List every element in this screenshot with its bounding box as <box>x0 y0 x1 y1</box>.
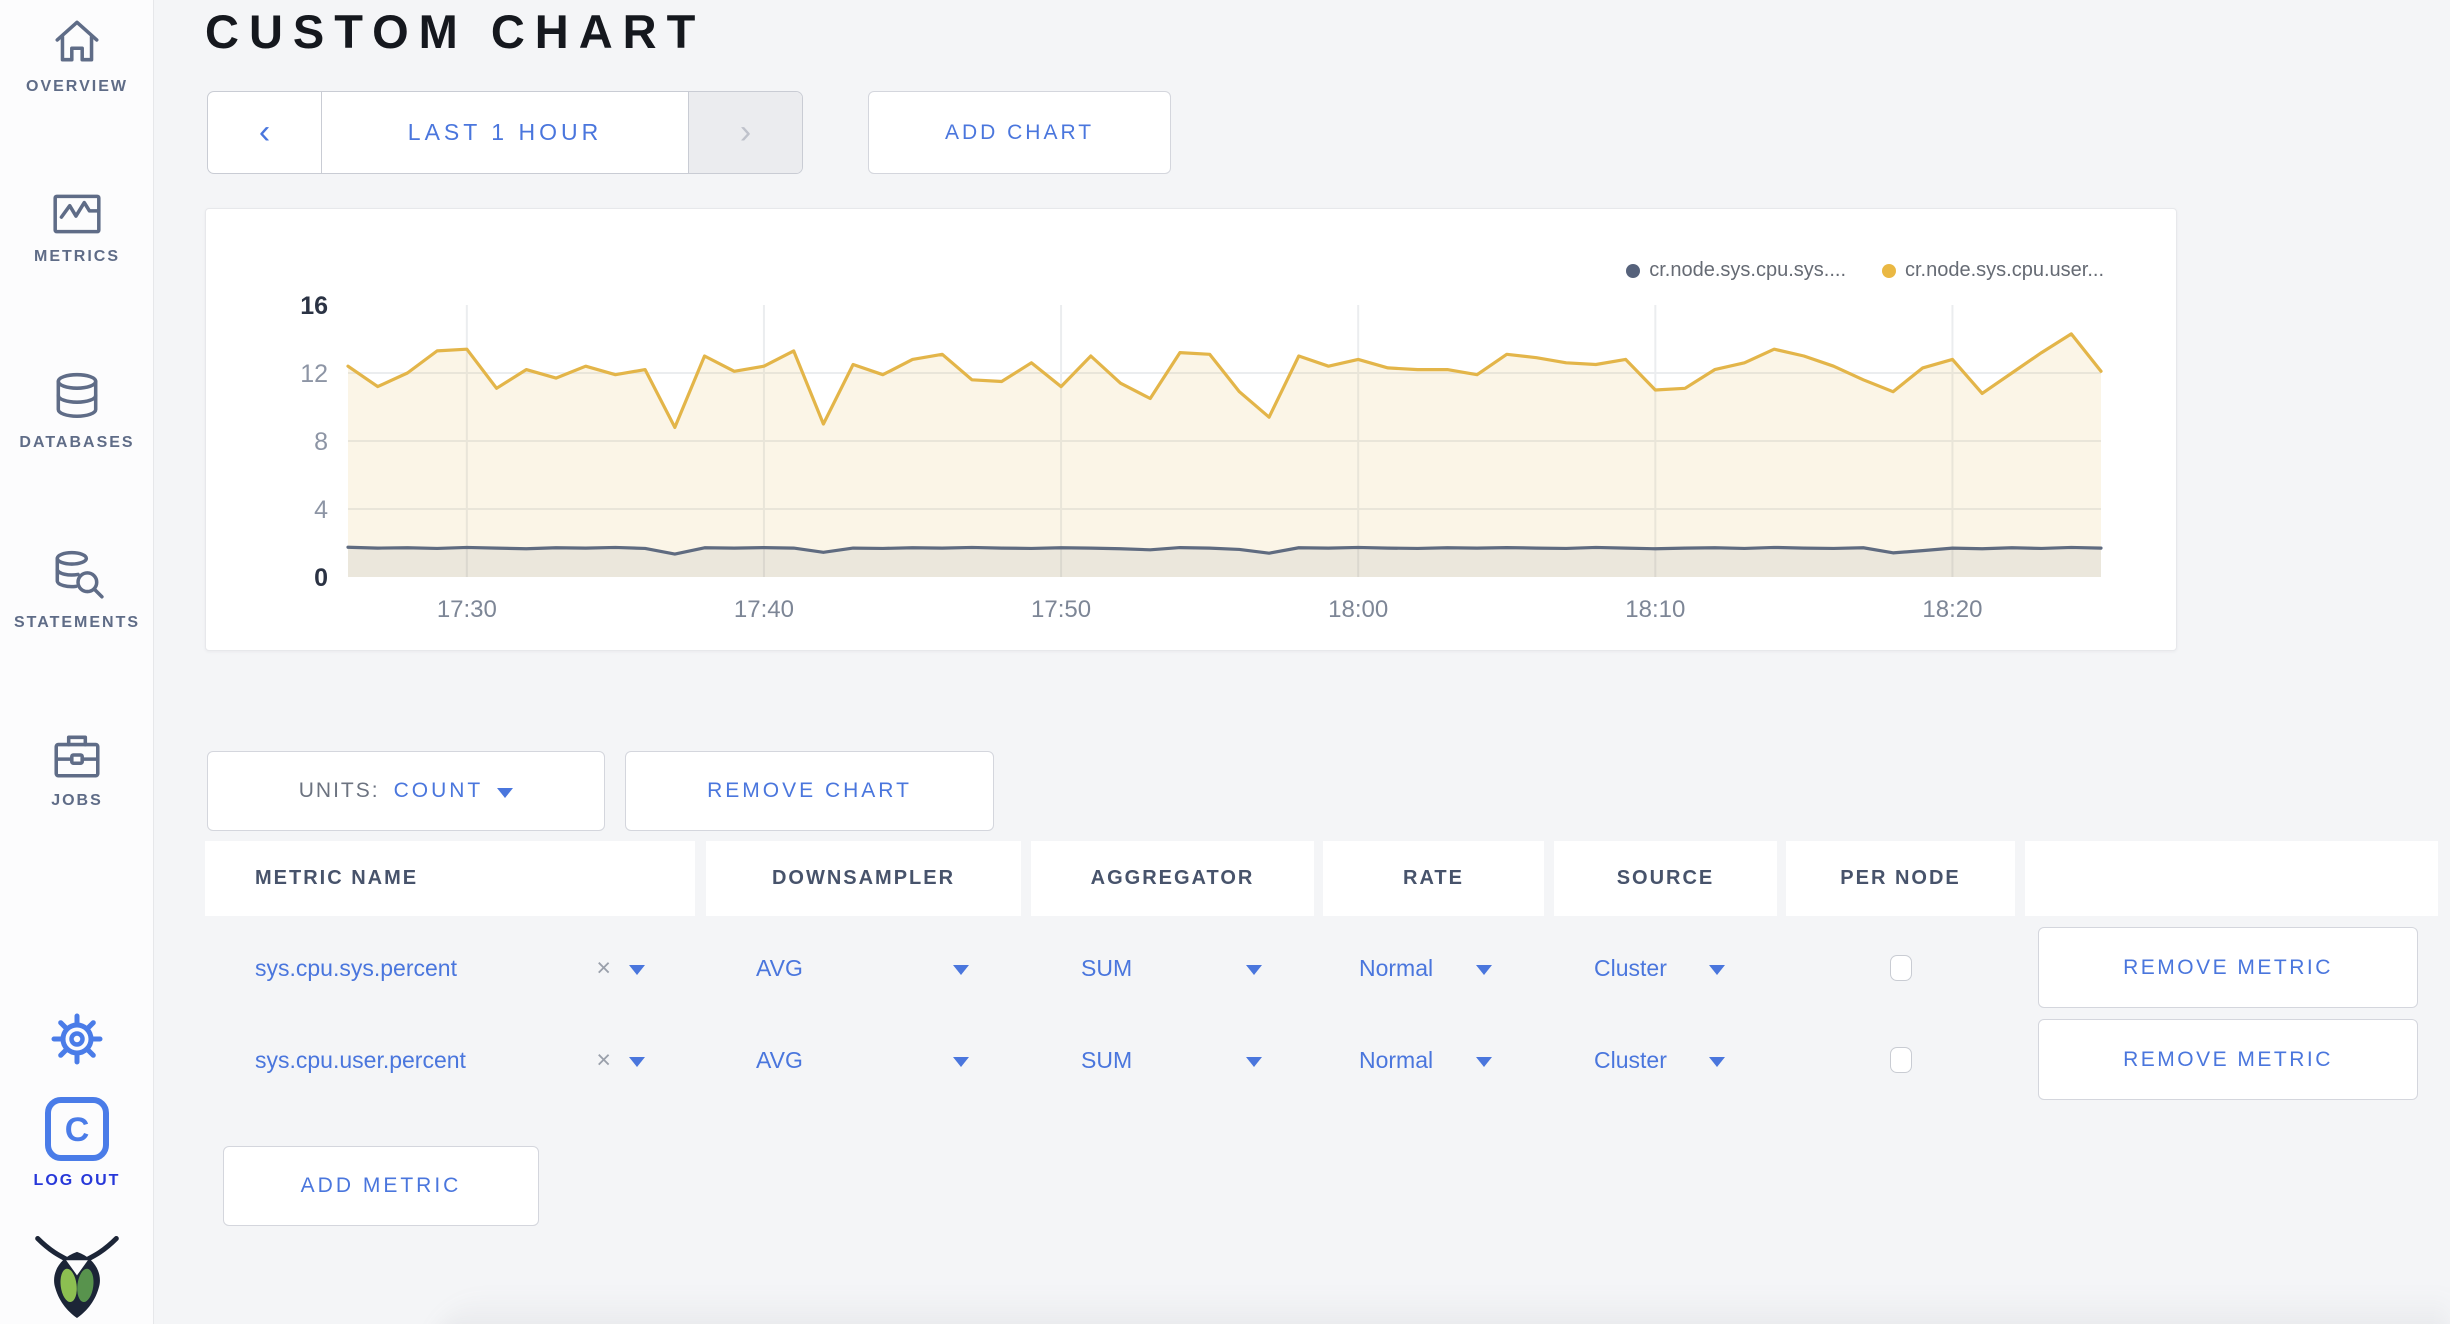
chevron-down-icon <box>1476 1057 1492 1067</box>
below-fold-shadow <box>430 1292 2450 1324</box>
downsampler-dropdown[interactable]: AVG <box>706 927 1021 1009</box>
add-chart-button[interactable]: ADD CHART <box>868 91 1171 174</box>
clear-metric-icon[interactable]: × <box>596 954 611 983</box>
svg-text:18:20: 18:20 <box>1922 596 1982 623</box>
metrics-chart-icon <box>53 194 101 234</box>
svg-text:0: 0 <box>314 564 328 592</box>
chevron-down-icon <box>1709 1057 1725 1067</box>
chart-legend: cr.node.sys.cpu.sys.... cr.node.sys.cpu.… <box>1626 259 2104 282</box>
per-node-checkbox[interactable] <box>1889 955 1912 981</box>
svg-text:17:40: 17:40 <box>734 596 794 623</box>
svg-text:18:10: 18:10 <box>1625 596 1685 623</box>
cockroach-bug-icon <box>35 1236 119 1318</box>
rate-dropdown[interactable]: Normal <box>1323 1019 1544 1101</box>
legend-item[interactable]: cr.node.sys.cpu.sys.... <box>1626 259 1846 282</box>
chevron-down-icon <box>1246 965 1262 975</box>
legend-dot <box>1626 263 1641 278</box>
chart-card: 0 4 8 12 16 17:30 17:40 17:50 18:00 18:10 18:20 cr… <box>205 208 2177 651</box>
sidebar-item-databases[interactable]: DATABASES <box>0 370 154 452</box>
aggregator-dropdown[interactable]: SUM <box>1031 927 1314 1009</box>
col-header-rate: RATE <box>1323 841 1544 916</box>
sidebar: OVERVIEW METRICS DATABASES STATEMENTS JO… <box>0 0 154 1324</box>
sidebar-item-label: OVERVIEW <box>26 78 128 95</box>
metric-name-dropdown[interactable]: sys.cpu.user.percent × <box>205 1019 695 1101</box>
time-range-selector: ‹ LAST 1 HOUR › <box>207 91 803 174</box>
sidebar-item-logout[interactable]: C LOG OUT <box>0 1096 154 1190</box>
chevron-down-icon <box>1709 965 1725 975</box>
remove-chart-button[interactable]: REMOVE CHART <box>625 751 994 831</box>
rate-dropdown[interactable]: Normal <box>1323 927 1544 1009</box>
source-dropdown[interactable]: Cluster <box>1554 927 1777 1009</box>
legend-dot <box>1882 263 1896 278</box>
per-node-cell <box>1786 927 2015 1009</box>
svg-text:8: 8 <box>314 428 328 456</box>
col-header-actions <box>2025 841 2438 916</box>
col-header-aggregator: AGGREGATOR <box>1031 841 1314 916</box>
col-header-per-node: PER NODE <box>1786 841 2015 916</box>
sidebar-item-metrics[interactable]: METRICS <box>0 190 154 266</box>
logout-label: LOG OUT <box>33 1172 121 1189</box>
time-range-prev-button[interactable]: ‹ <box>208 92 321 173</box>
sidebar-item-statements[interactable]: STATEMENTS <box>0 548 154 632</box>
cockroach-logo[interactable] <box>0 1234 154 1320</box>
time-range-value[interactable]: LAST 1 HOUR <box>321 92 688 173</box>
sidebar-item-label: STATEMENTS <box>13 614 141 631</box>
chevron-down-icon <box>629 965 645 975</box>
database-icon <box>56 372 98 418</box>
gear-icon <box>51 1013 103 1065</box>
sidebar-item-overview[interactable]: OVERVIEW <box>0 14 154 96</box>
units-value: COUNT <box>393 779 484 802</box>
legend-item[interactable]: cr.node.sys.cpu.user... <box>1882 259 2104 282</box>
sidebar-item-label: JOBS <box>51 792 103 809</box>
units-label: UNITS: <box>298 779 380 802</box>
per-node-checkbox[interactable] <box>1889 1047 1912 1073</box>
chevron-down-icon <box>953 1057 969 1067</box>
chevron-down-icon <box>497 788 514 798</box>
sidebar-item-settings[interactable] <box>0 1010 154 1068</box>
svg-text:16: 16 <box>300 292 328 320</box>
custom-chart-page: OVERVIEW METRICS DATABASES STATEMENTS JO… <box>0 0 2450 1324</box>
statements-search-icon <box>55 550 104 599</box>
cockroach-c-icon: C <box>45 1097 109 1161</box>
svg-text:18:00: 18:00 <box>1328 596 1388 623</box>
aggregator-dropdown[interactable]: SUM <box>1031 1019 1314 1101</box>
sidebar-item-jobs[interactable]: JOBS <box>0 730 154 810</box>
downsampler-dropdown[interactable]: AVG <box>706 1019 1021 1101</box>
svg-text:12: 12 <box>300 360 328 388</box>
chevron-down-icon <box>953 965 969 975</box>
briefcase-icon <box>54 735 100 778</box>
svg-text:4: 4 <box>314 496 328 524</box>
add-metric-button[interactable]: ADD METRIC <box>223 1146 539 1226</box>
time-range-next-button[interactable]: › <box>688 92 802 173</box>
chevron-right-icon: › <box>739 113 752 151</box>
units-dropdown[interactable]: UNITS: COUNT <box>207 751 605 831</box>
col-header-source: SOURCE <box>1554 841 1777 916</box>
chevron-down-icon <box>629 1057 645 1067</box>
sidebar-item-label: DATABASES <box>19 434 135 451</box>
svg-text:17:30: 17:30 <box>437 596 497 623</box>
home-icon <box>55 20 99 62</box>
chevron-left-icon: ‹ <box>258 113 271 151</box>
chevron-down-icon <box>1476 965 1492 975</box>
clear-metric-icon[interactable]: × <box>596 1046 611 1075</box>
metric-name-dropdown[interactable]: sys.cpu.sys.percent × <box>205 927 695 1009</box>
remove-metric-button[interactable]: REMOVE METRIC <box>2038 927 2418 1008</box>
page-title: CUSTOM CHART <box>205 5 706 58</box>
source-dropdown[interactable]: Cluster <box>1554 1019 1777 1101</box>
sidebar-item-label: METRICS <box>34 248 120 265</box>
per-node-cell <box>1786 1019 2015 1101</box>
col-header-downsampler: DOWNSAMPLER <box>706 841 1021 916</box>
svg-text:C: C <box>65 1111 90 1149</box>
col-header-metric-name: METRIC NAME <box>205 841 695 916</box>
remove-metric-button[interactable]: REMOVE METRIC <box>2038 1019 2418 1100</box>
chevron-down-icon <box>1246 1057 1262 1067</box>
svg-text:17:50: 17:50 <box>1031 596 1091 623</box>
